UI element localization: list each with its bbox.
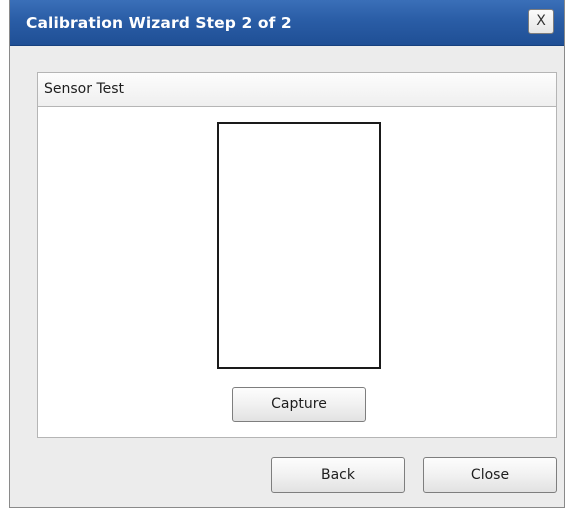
calibration-wizard-dialog: Calibration Wizard Step 2 of 2 X Sensor … xyxy=(9,0,565,508)
sensor-test-title: Sensor Test xyxy=(44,81,125,97)
window-close-button[interactable]: X xyxy=(528,9,554,34)
sensor-preview-area xyxy=(217,122,381,369)
back-button[interactable]: Back xyxy=(271,457,405,493)
sensor-test-panel: Sensor Test Capture xyxy=(37,72,557,438)
window-title: Calibration Wizard Step 2 of 2 xyxy=(26,14,292,32)
title-bar: Calibration Wizard Step 2 of 2 X xyxy=(10,0,564,46)
sensor-test-header: Sensor Test xyxy=(38,73,556,107)
capture-button[interactable]: Capture xyxy=(232,387,366,422)
close-button[interactable]: Close xyxy=(423,457,557,493)
